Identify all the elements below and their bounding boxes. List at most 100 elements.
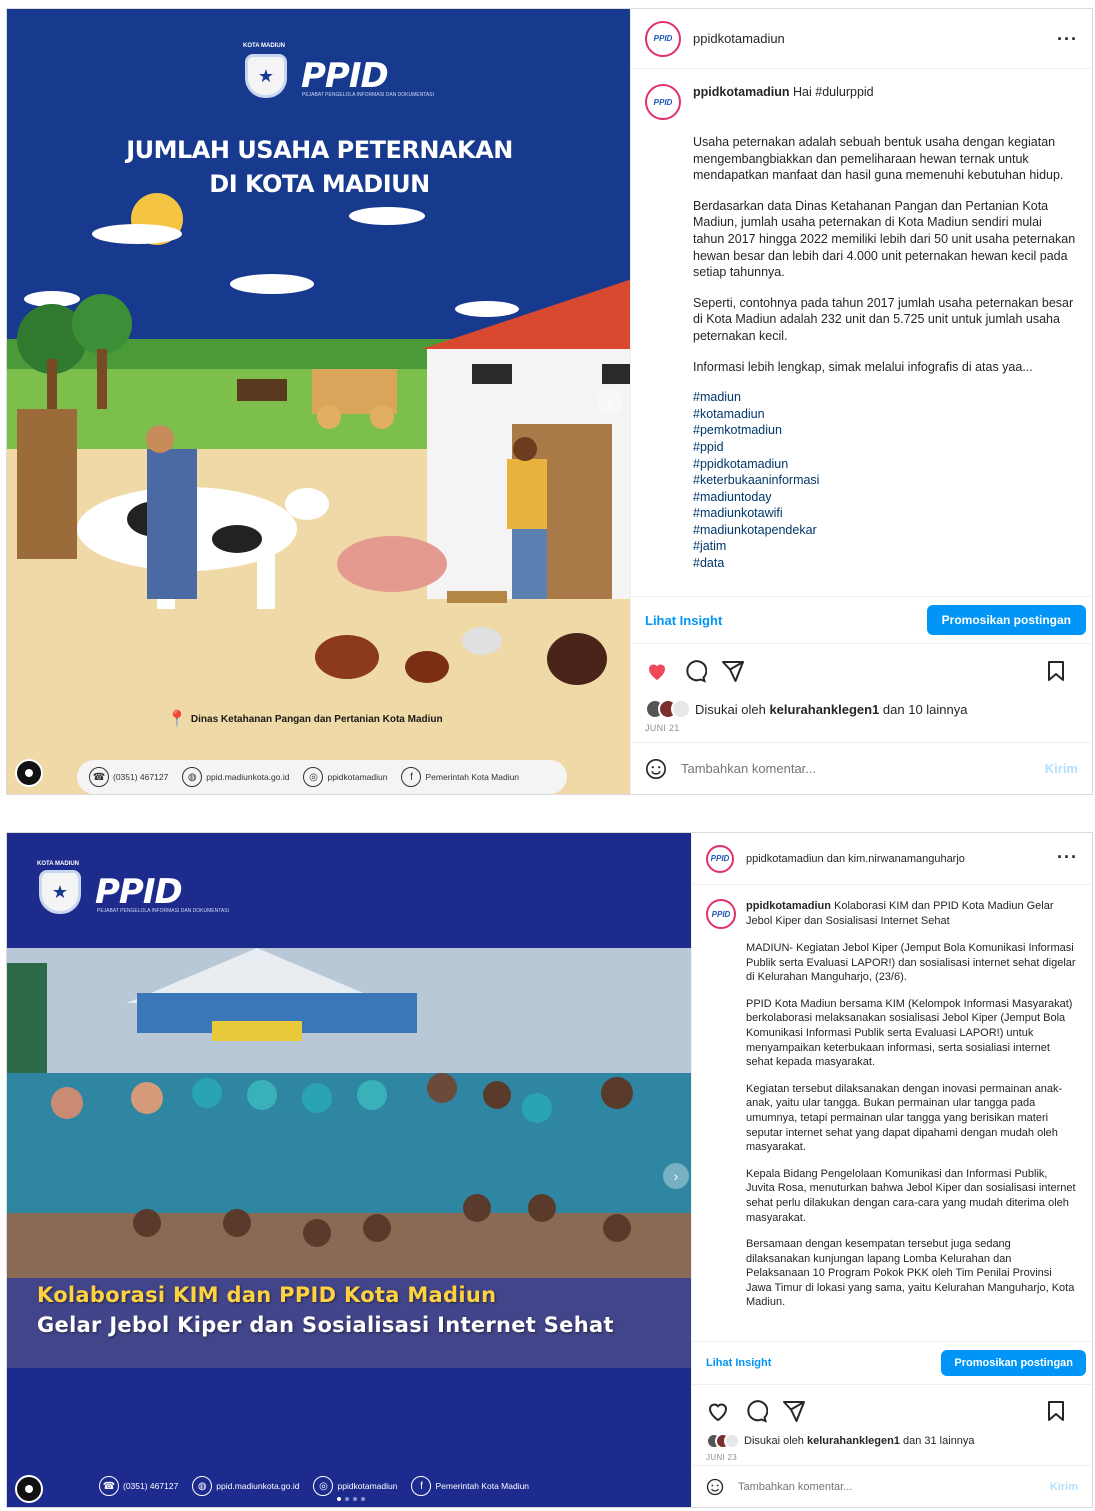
heart-outline-icon[interactable] bbox=[706, 1399, 730, 1423]
post-date: JUNI 21 bbox=[645, 723, 680, 733]
event-photo bbox=[7, 833, 693, 1507]
liked-user[interactable]: kelurahanklegen1 bbox=[807, 1435, 900, 1447]
ppid-brand: PPID bbox=[95, 872, 183, 912]
header-username[interactable]: ppidkotamadiun dan kim.nirwanamanguharjo bbox=[746, 853, 965, 865]
likes-summary[interactable]: Disukai oleh kelurahanklegen1 dan 31 lai… bbox=[706, 1433, 975, 1449]
insight-row: Lihat Insight Promosikan postingan bbox=[631, 596, 1092, 644]
caption-username[interactable]: ppidkotamadiun bbox=[693, 85, 790, 99]
share-icon[interactable] bbox=[782, 1399, 806, 1423]
view-insight-link[interactable]: Lihat Insight bbox=[706, 1357, 771, 1369]
heart-filled-icon[interactable] bbox=[645, 659, 669, 683]
post-sidebar: PPID ppidkotamadiun ··· PPID ppidkotamad… bbox=[630, 9, 1092, 794]
more-options-icon[interactable]: ··· bbox=[1057, 847, 1078, 868]
caption-avatar[interactable]: PPID bbox=[706, 899, 736, 929]
hashtag-link[interactable]: #madiun bbox=[693, 389, 1076, 406]
headline-line-1: JUMLAH USAHA PETERNAKAN bbox=[126, 136, 513, 164]
caption-paragraph: Informasi lebih lengkap, simak melalui i… bbox=[693, 359, 1033, 374]
post-media-photo[interactable]: KOTA MADIUN ★ PPID PEJABAT PENGELOLA INF… bbox=[7, 833, 693, 1507]
next-slide-button[interactable]: › bbox=[663, 1163, 689, 1189]
comment-input[interactable] bbox=[681, 761, 1045, 776]
tagged-user-icon[interactable] bbox=[15, 759, 43, 787]
footer-phone: (0351) 467127 bbox=[113, 772, 169, 782]
post-header: PPID ppidkotamadiun ··· bbox=[631, 9, 1092, 69]
tagged-user-icon[interactable] bbox=[15, 1475, 43, 1503]
kota-madiun-crest-icon: ★ bbox=[39, 870, 81, 914]
hashtag-link[interactable]: #ppid bbox=[693, 439, 1076, 456]
comment-icon[interactable] bbox=[744, 1399, 769, 1423]
instagram-post-1: KOTA MADIUN ★ PPID PEJABAT PENGELOLA INF… bbox=[6, 8, 1093, 795]
insight-row: Lihat Insight Promosikan postingan bbox=[692, 1341, 1092, 1385]
hashtag-link[interactable]: #jatim bbox=[693, 538, 1076, 555]
hashtag-link[interactable]: #kotamadiun bbox=[693, 406, 1076, 423]
emoji-icon[interactable] bbox=[706, 1478, 724, 1496]
instagram-post-2: KOTA MADIUN ★ PPID PEJABAT PENGELOLA INF… bbox=[6, 832, 1093, 1508]
globe-icon: ◍ bbox=[192, 1476, 213, 1496]
carousel-dot[interactable] bbox=[353, 1497, 357, 1501]
hashtag-link[interactable]: #pemkotmadiun bbox=[693, 422, 1076, 439]
liked-suffix[interactable]: dan 10 lainnya bbox=[883, 702, 968, 717]
liker-avatar bbox=[724, 1433, 740, 1449]
caption-paragraph: MADIUN- Kegiatan Jebol Kiper (Jemput Bol… bbox=[746, 942, 1076, 984]
caption-paragraph: Seperti, contohnya pada tahun 2017 jumla… bbox=[693, 295, 1074, 343]
post-header: PPID ppidkotamadiun dan kim.nirwanamangu… bbox=[692, 833, 1092, 885]
hashtag-link[interactable]: #data bbox=[693, 555, 1076, 572]
post-comment-button[interactable]: Kirim bbox=[1045, 761, 1078, 776]
caption: PPID ppidkotamadiun Hai #dulurppid Usaha… bbox=[631, 70, 1092, 596]
post-media-infographic[interactable]: KOTA MADIUN ★ PPID PEJABAT PENGELOLA INF… bbox=[7, 9, 632, 794]
bookmark-icon[interactable] bbox=[1044, 1399, 1068, 1423]
liked-prefix: Disukai oleh bbox=[744, 1435, 804, 1447]
carousel-dot[interactable] bbox=[337, 1497, 341, 1501]
instagram-icon: ◎ bbox=[303, 767, 324, 787]
carousel-dot[interactable] bbox=[361, 1497, 365, 1501]
post-comment-button[interactable]: Kirim bbox=[1050, 1481, 1078, 1493]
carousel-dots bbox=[337, 1497, 365, 1501]
facebook-icon: f bbox=[411, 1476, 432, 1496]
hashtag-link[interactable]: #madiuntoday bbox=[693, 489, 1076, 506]
caption-avatar[interactable]: PPID bbox=[645, 84, 681, 120]
facebook-icon: f bbox=[401, 767, 422, 787]
hashtag-link[interactable]: #madiunkotawifi bbox=[693, 505, 1076, 522]
bookmark-icon[interactable] bbox=[1044, 659, 1068, 683]
view-insight-link[interactable]: Lihat Insight bbox=[645, 613, 722, 628]
header-username[interactable]: ppidkotamadiun bbox=[693, 31, 785, 46]
emoji-icon[interactable] bbox=[645, 758, 667, 780]
caption-paragraph: Bersamaan dengan kesempatan tersebut jug… bbox=[746, 1238, 1075, 1309]
hashtag-link[interactable]: #ppidkotamadiun bbox=[693, 456, 1076, 473]
caption-paragraph: Kegiatan tersebut dilaksanakan dengan in… bbox=[746, 1082, 1063, 1154]
liked-suffix[interactable]: dan 31 lainnya bbox=[903, 1435, 975, 1447]
caption-paragraph: Berdasarkan data Dinas Ketahanan Pangan … bbox=[693, 198, 1076, 280]
carousel-dot[interactable] bbox=[345, 1497, 349, 1501]
promote-post-button[interactable]: Promosikan postingan bbox=[941, 1350, 1086, 1376]
footer-facebook: Pemerintah Kota Madiun bbox=[435, 1481, 530, 1491]
next-slide-button[interactable]: › bbox=[597, 389, 623, 415]
hashtag-link[interactable]: #madiunkotapendekar bbox=[693, 522, 1076, 539]
liked-user[interactable]: kelurahanklegen1 bbox=[769, 702, 879, 717]
comment-input[interactable] bbox=[738, 1480, 1050, 1493]
avatar[interactable]: PPID bbox=[706, 844, 734, 873]
pin-icon: 📍 bbox=[167, 711, 187, 728]
action-bar bbox=[706, 1395, 1082, 1427]
caption-body: MADIUN- Kegiatan Jebol Kiper (Jemput Bol… bbox=[706, 941, 1076, 1310]
kota-madiun-crest-icon: ★ bbox=[245, 54, 287, 98]
caption-lead: Hai #dulurppid bbox=[793, 85, 874, 99]
kota-madiun-label: KOTA MADIUN bbox=[243, 43, 285, 49]
likes-summary[interactable]: Disukai oleh kelurahanklegen1 dan 10 lai… bbox=[645, 699, 967, 719]
photo-title-line-1: Kolaborasi KIM dan PPID Kota Madiun bbox=[37, 1283, 497, 1307]
avatar[interactable]: PPID bbox=[645, 20, 681, 57]
ppid-brand-sub: PEJABAT PENGELOLA INFORMASI DAN DOKUMENT… bbox=[97, 908, 229, 914]
phone-icon: ☎ bbox=[89, 767, 109, 787]
caption: PPID ppidkotamadiun Kolaborasi KIM dan P… bbox=[692, 885, 1092, 1335]
post-sidebar: PPID ppidkotamadiun dan kim.nirwanamangu… bbox=[691, 833, 1092, 1507]
hashtag-link[interactable]: #keterbukaaninformasi bbox=[693, 472, 1076, 489]
caption-username[interactable]: ppidkotamadiun bbox=[746, 900, 831, 912]
promote-post-button[interactable]: Promosikan postingan bbox=[926, 605, 1086, 635]
globe-icon: ◍ bbox=[182, 767, 203, 787]
headline-line-2: DI KOTA MADIUN bbox=[209, 170, 430, 198]
kota-madiun-label: KOTA MADIUN bbox=[37, 861, 79, 867]
comment-icon[interactable] bbox=[683, 659, 708, 683]
footer-facebook: Pemerintah Kota Madiun bbox=[425, 772, 520, 782]
caption-paragraph: Usaha peternakan adalah sebuah bentuk us… bbox=[693, 135, 1064, 183]
share-icon[interactable] bbox=[721, 659, 745, 683]
more-options-icon[interactable]: ··· bbox=[1057, 29, 1078, 50]
caption-paragraph: Kepala Bidang Pengelolaan Komunikasi dan… bbox=[746, 1167, 1076, 1224]
